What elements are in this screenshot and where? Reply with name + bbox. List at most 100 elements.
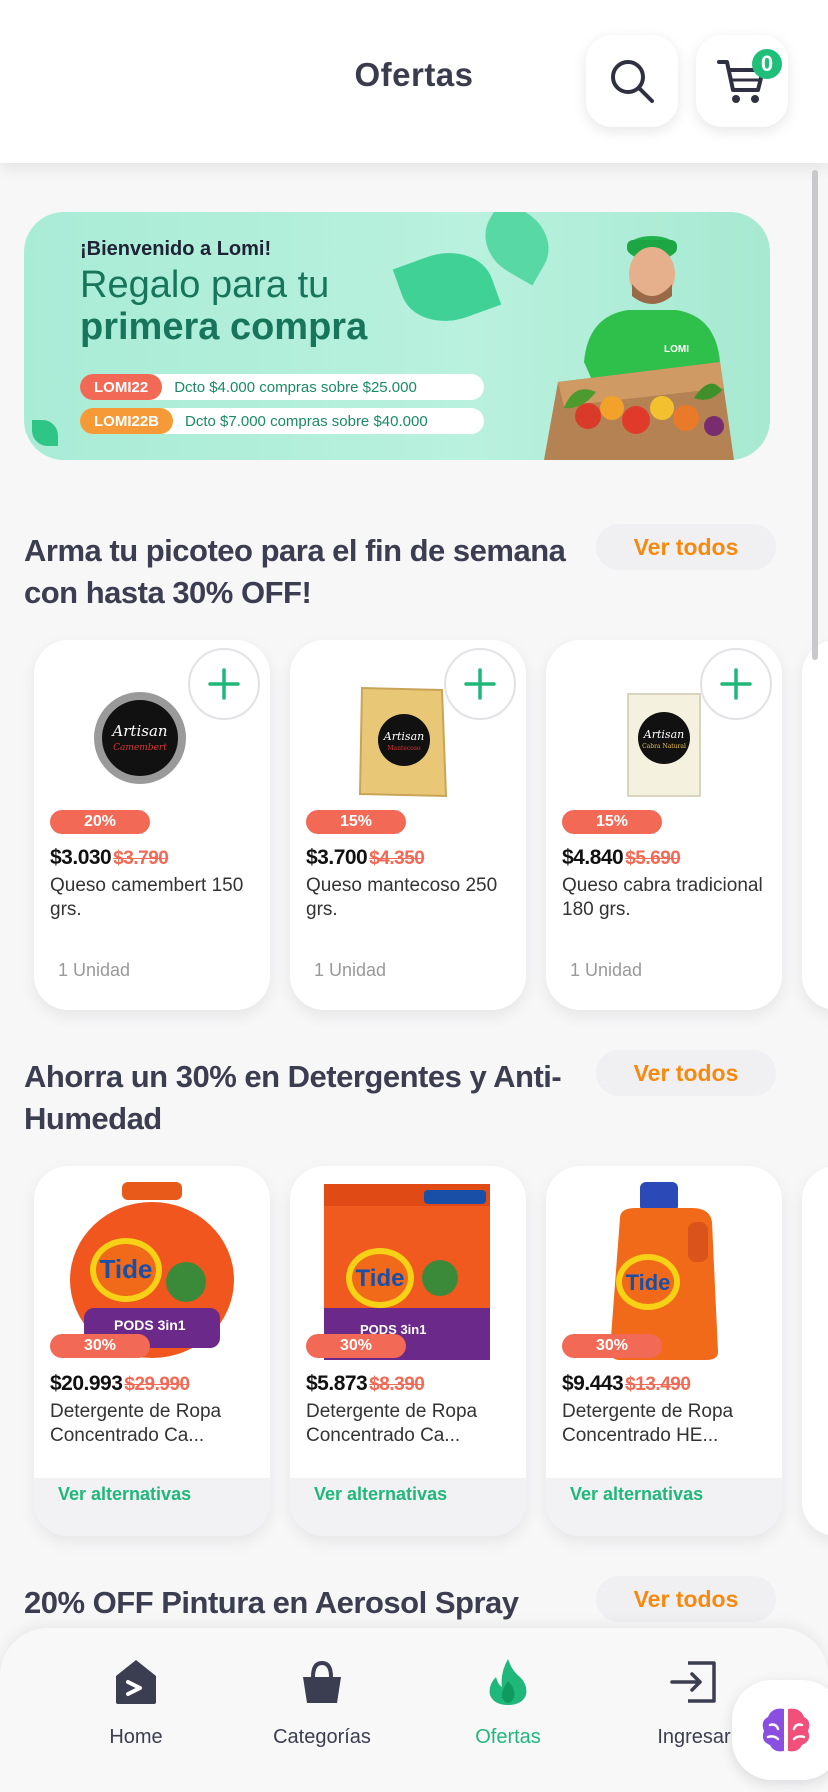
promo-text: Dcto $7.000 compras sobre $40.000 [185,412,428,430]
product-price: $4.840 $5.690 [562,846,681,870]
svg-text:Cabra Natural: Cabra Natural [642,743,686,750]
see-all-button[interactable]: Ver todos [596,1576,776,1622]
product-unit: 1 Unidad [314,960,387,980]
svg-text:PODS 3in1: PODS 3in1 [114,1317,186,1333]
discount-badge: 30% [306,1334,406,1358]
old-price: $29.990 [124,1374,190,1395]
cart-count-badge: 0 [752,49,782,79]
product-card[interactable]: Tide PODS 3in1 30% $20.993 $29.990 Deterg… [34,1166,270,1536]
nav-item-categories[interactable]: Categorías [242,1654,402,1749]
banner-welcome: ¡Bienvenido a Lomi! [80,238,272,260]
svg-text:Tide: Tide [626,1270,671,1295]
svg-text:Artisan: Artisan [383,730,424,743]
promo-row: LOMI22B Dcto $7.000 compras sobre $40.00… [80,408,484,434]
search-button[interactable] [586,35,678,127]
banner-title-line1: Regalo para tu [80,264,330,306]
product-card[interactable]: Artisan Cabra Natural 15% $4.840 $5.690 Q… [546,640,782,1010]
flame-icon [489,1659,527,1705]
plus-icon [208,668,240,700]
add-to-cart-button[interactable] [444,648,516,720]
discount-badge: 30% [50,1334,150,1358]
svg-text:Artisan: Artisan [643,728,684,741]
promo-row: LOMI22 Dcto $4.000 compras sobre $25.000 [80,374,484,400]
product-card[interactable]: Artisan Camembert 20% $3.030 $3.790 Queso… [34,640,270,1010]
svg-text:Mantecoso: Mantecoso [387,745,421,752]
shirt-logo: LOMI [664,344,689,355]
add-to-cart-button[interactable] [700,648,772,720]
see-alternatives-link[interactable]: Ver alternativas [570,1484,703,1505]
add-to-cart-button[interactable] [188,648,260,720]
product-name: Queso camembert 150 grs. [50,875,244,920]
old-price: $4.350 [369,848,425,869]
svg-text:Artisan: Artisan [110,722,167,740]
product-name: Detergente de Ropa Concentrado HE... [562,1401,734,1446]
assistant-button[interactable] [732,1680,828,1780]
current-price: $3.700 [306,846,368,869]
product-price: $20.993 $29.990 [50,1372,190,1396]
bottom-navigation: Home Categorías Ofertas Ingresar [0,1628,828,1792]
nav-label: Ofertas [475,1726,541,1748]
nav-item-home[interactable]: Home [56,1654,216,1749]
product-unit: 1 Unidad [570,960,643,980]
product-name: Queso cabra tradicional 180 grs. [562,875,763,920]
plus-icon [464,668,496,700]
product-name: Queso mantecoso 250 grs. [306,875,498,920]
banner-title-line2: primera compra [80,306,368,348]
current-price: $20.993 [50,1372,123,1395]
promo-text: Dcto $4.000 compras sobre $25.000 [174,378,417,396]
see-all-button[interactable]: Ver todos [596,524,776,570]
brain-icon [762,1708,810,1752]
cheese-camembert-icon: Artisan Camembert [94,692,186,784]
svg-text:Camembert: Camembert [113,743,167,753]
discount-badge: 30% [562,1334,662,1358]
product-price: $3.030 $3.790 [50,846,169,870]
product-name: Detergente de Ropa Concentrado Ca... [306,1401,478,1446]
svg-text:Tide: Tide [356,1265,405,1292]
product-price: $9.443 $13.490 [562,1372,691,1396]
current-price: $9.443 [562,1372,624,1395]
welcome-banner[interactable]: ¡Bienvenido a Lomi! Regalo para tu prime… [24,212,770,460]
product-card[interactable]: Tide PODS 3in1 30% $5.873 $8.390 Detergen… [290,1166,526,1536]
section-title: Ahorra un 30% en Detergentes y Anti-Hume… [24,1059,562,1136]
product-card-partial[interactable] [802,1166,828,1536]
see-alternatives-link[interactable]: Ver alternativas [314,1484,447,1505]
cart-button[interactable]: 0 [696,35,788,127]
leaf-decoration [392,238,502,336]
section-title: Arma tu picoteo para el fin de semana co… [24,533,566,610]
app-header: Ofertas 0 [0,0,828,163]
basket-icon [303,1660,341,1703]
login-icon [670,1661,716,1703]
product-card[interactable]: Artisan Mantecoso 15% $3.700 $4.350 Queso… [290,640,526,1010]
old-price: $3.790 [113,848,169,869]
product-unit: 1 Unidad [58,960,131,980]
cheese-mantecoso-icon: Artisan Mantecoso [358,686,448,798]
current-price: $4.840 [562,846,624,869]
leaf-decoration [32,420,58,446]
product-price: $3.700 $4.350 [306,846,425,870]
cheese-goat-icon: Artisan Cabra Natural [627,693,701,797]
current-price: $5.873 [306,1372,368,1395]
old-price: $8.390 [369,1374,425,1395]
section-title: 20% OFF Pintura en Aerosol Spray [24,1585,519,1620]
promo-code: LOMI22 [80,374,163,400]
delivery-person-illustration: LOMI [544,236,734,460]
discount-badge: 20% [50,810,150,834]
home-icon [116,1660,156,1704]
old-price: $13.490 [625,1374,691,1395]
search-icon [611,60,654,103]
old-price: $5.690 [625,848,681,869]
product-name: Detergente de Ropa Concentrado Ca... [50,1401,222,1446]
svg-text:Tide: Tide [100,1254,153,1284]
see-all-button[interactable]: Ver todos [596,1050,776,1096]
nav-label: Categorías [273,1726,371,1748]
product-card[interactable]: Tide 30% $9.443 $13.490 Detergente de Rop… [546,1166,782,1536]
discount-badge: 15% [562,810,662,834]
nav-label: Home [109,1726,163,1748]
nav-item-offers[interactable]: Ofertas [428,1654,588,1749]
discount-badge: 15% [306,810,406,834]
plus-icon [720,668,752,700]
product-card-partial[interactable] [802,640,828,1010]
promo-code: LOMI22B [80,408,174,434]
scrollbar[interactable] [812,170,818,660]
see-alternatives-link[interactable]: Ver alternativas [58,1484,191,1505]
